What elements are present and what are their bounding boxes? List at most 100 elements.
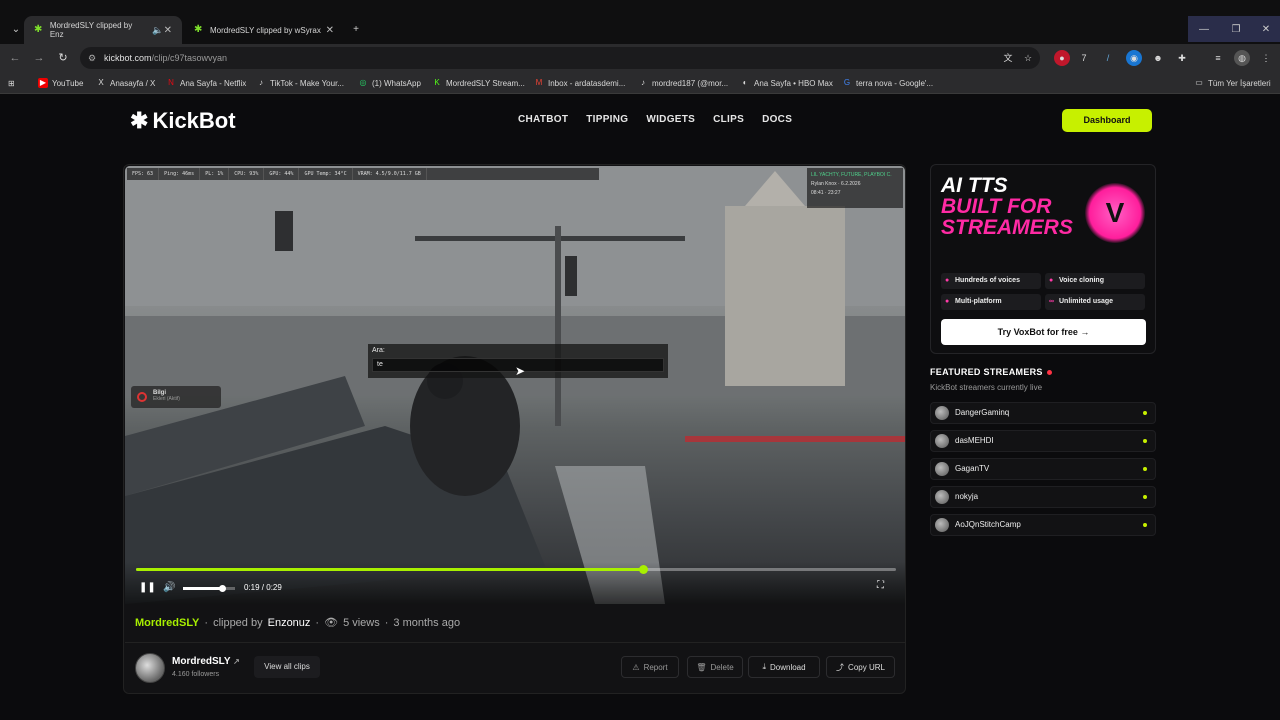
report-button[interactable]: ⚠ Report <box>621 656 679 678</box>
seek-bar[interactable] <box>136 565 896 574</box>
x-icon: X <box>98 78 104 87</box>
share-icon: ⤴ <box>836 662 845 672</box>
featured-streamers-subtitle: KickBot streamers currently live <box>930 383 1043 392</box>
bookmark-hbomax[interactable]: ◐ Ana Sayfa • HBO Max <box>740 76 833 90</box>
nav-clips[interactable]: CLIPS <box>713 114 744 125</box>
streamer-row[interactable]: dasMEHDI <box>930 430 1156 452</box>
nav-tipping[interactable]: TIPPING <box>586 114 628 125</box>
streamer-row[interactable]: AoJQnStitchCamp <box>930 514 1156 536</box>
close-window-button[interactable]: ✕ <box>1250 16 1280 42</box>
kickbot-favicon-icon: ✱ <box>194 24 203 35</box>
new-tab-button[interactable]: + <box>340 16 372 42</box>
avatar <box>935 434 949 448</box>
whatsapp-icon: ◎ <box>359 78 367 87</box>
url-path: /clip/c97tasowvyan <box>151 53 228 63</box>
streamer-row[interactable]: nokyja <box>930 486 1156 508</box>
nav-chatbot[interactable]: CHATBOT <box>518 114 568 125</box>
volume-handle[interactable] <box>219 585 226 592</box>
mic-icon: ● <box>945 277 950 284</box>
media-controls-icon[interactable]: ≡ <box>1210 50 1226 66</box>
video-player[interactable]: FPS: 63 Ping: 46ms PL: 1% CPU: 93% GPU: … <box>125 166 905 604</box>
voxbot-promo: AI TTS BUILT FOR STREAMERS V ● Hundreds o… <box>930 164 1156 354</box>
audio-icon[interactable]: 🔈 <box>152 25 163 36</box>
seek-handle[interactable] <box>638 565 648 574</box>
all-bookmarks[interactable]: ▭ Tüm Yer İşaretleri <box>1194 76 1270 90</box>
follower-count: 4.160 followers <box>172 671 220 678</box>
extension-red-icon[interactable]: ● <box>1054 50 1070 66</box>
light-pole <box>555 226 561 426</box>
view-all-clips-button[interactable]: View all clips <box>254 656 320 678</box>
tab-clip-syrax[interactable]: ✱ MordredSLY clipped by wSyrax ✕ <box>184 16 344 44</box>
extensions-puzzle-icon[interactable]: ✚ <box>1174 50 1190 66</box>
bookmark-whatsapp[interactable]: ◎ (1) WhatsApp <box>358 76 421 90</box>
url-field[interactable]: ⚙ kickbot.com/clip/c97tasowvyan <box>80 47 1040 69</box>
delete-button[interactable]: 🗑 Delete <box>687 656 743 678</box>
main-nav: CHATBOT TIPPING WIDGETS CLIPS DOCS <box>518 114 792 125</box>
minimize-button[interactable]: — <box>1188 16 1220 42</box>
copy-url-button[interactable]: ⤴ Copy URL <box>826 656 895 678</box>
bookmark-netflix[interactable]: N Ana Sayfa - Netflix <box>166 76 246 90</box>
nav-widgets[interactable]: WIDGETS <box>646 114 695 125</box>
profile-icon[interactable]: ◍ <box>1234 50 1250 66</box>
bookmark-star-icon[interactable]: ☆ <box>1020 50 1036 66</box>
traffic-light-right <box>565 256 577 296</box>
bookmark-google[interactable]: Gterra nova - Google'... <box>842 76 933 90</box>
avatar <box>935 490 949 504</box>
back-button[interactable]: ← <box>6 49 24 67</box>
forward-button[interactable]: → <box>30 49 48 67</box>
live-indicator-icon <box>1143 439 1147 443</box>
extension-avatar-icon[interactable]: ☻ <box>1150 50 1166 66</box>
download-button[interactable]: ⤓ Download <box>748 656 820 678</box>
reload-button[interactable]: ↻ <box>54 49 72 67</box>
kickbot-logo[interactable]: ✱ KickBot <box>130 108 236 134</box>
streamer-link[interactable]: MordredSLY <box>135 617 199 629</box>
try-voxbot-button[interactable]: Try VoxBot for free → <box>941 319 1146 345</box>
bookmark-x[interactable]: X Anasayfa / X <box>96 76 155 90</box>
translate-icon[interactable]: 文 <box>1000 50 1016 66</box>
volume-icon[interactable]: 🔊 <box>163 582 175 593</box>
warning-icon: ⚠ <box>632 662 640 672</box>
extension-blue-icon[interactable]: ◉ <box>1126 50 1142 66</box>
live-indicator-icon <box>1143 523 1147 527</box>
site-info-icon[interactable]: ⚙ <box>88 47 96 69</box>
avatar <box>935 406 949 420</box>
download-icon: ⤓ <box>762 662 766 671</box>
record-icon <box>137 392 147 402</box>
clipper-link[interactable]: Enzonuz <box>268 617 311 629</box>
restore-button[interactable]: ❐ <box>1220 16 1252 42</box>
bookmark-tiktok[interactable]: ♪ TikTok - Make Your... <box>256 76 344 90</box>
address-bar: ← → ↻ ⚙ kickbot.com/clip/c97tasowvyan 文 … <box>0 44 1280 72</box>
channel-avatar[interactable] <box>135 653 165 683</box>
menu-kebab-icon[interactable]: ⋮ <box>1258 50 1274 66</box>
bookmark-youtube[interactable]: ▶ YouTube <box>38 76 83 90</box>
external-link-icon[interactable]: ↗ <box>233 657 240 666</box>
streamer-row[interactable]: GaganTV <box>930 458 1156 480</box>
volume-slider[interactable] <box>183 585 235 592</box>
netflix-icon: N <box>168 78 174 87</box>
pause-button[interactable]: ❚❚ <box>139 582 156 593</box>
streamer-row[interactable]: DangerGaminq <box>930 402 1156 424</box>
game-notification: Bilgi Ekleri (Aktif) <box>131 386 221 408</box>
close-tab-icon[interactable]: ✕ <box>326 25 334 36</box>
bookmark-tiktok-mordred[interactable]: ♪ mordred187 (@mor... <box>638 76 728 90</box>
browser-tab-bar: ⌄ ✱ MordredSLY clipped by Enz 🔈 ✕ ✱ Mord… <box>0 0 1280 44</box>
volume-level <box>183 587 222 590</box>
apps-grid-icon[interactable]: ⊞ <box>8 76 15 90</box>
feature-unlimited: ∞ Unlimited usage <box>1045 294 1145 310</box>
bookmark-mordredsly[interactable]: K MordredSLY Stream... <box>432 76 525 90</box>
divider <box>125 642 905 643</box>
view-count: 5 views <box>343 616 380 629</box>
youtube-icon: ▶ <box>38 78 48 88</box>
bookmark-gmail[interactable]: M Inbox - ardatasdemi... <box>534 76 626 90</box>
extension-pen-icon[interactable]: / <box>1100 50 1116 66</box>
church-building <box>725 206 845 386</box>
close-tab-icon[interactable]: ✕ <box>164 25 172 36</box>
tab-clip-enz[interactable]: ✱ MordredSLY clipped by Enz 🔈 ✕ <box>24 16 182 44</box>
channel-name[interactable]: MordredSLY ↗ <box>172 656 240 667</box>
hbomax-icon: ◐ <box>742 78 748 87</box>
dashboard-button[interactable]: Dashboard <box>1062 109 1152 132</box>
nav-docs[interactable]: DOCS <box>762 114 792 125</box>
clone-icon: ● <box>1049 277 1054 284</box>
extension-7tv-icon[interactable]: 7 <box>1076 50 1092 66</box>
fullscreen-icon[interactable]: ⛶ <box>877 580 884 591</box>
